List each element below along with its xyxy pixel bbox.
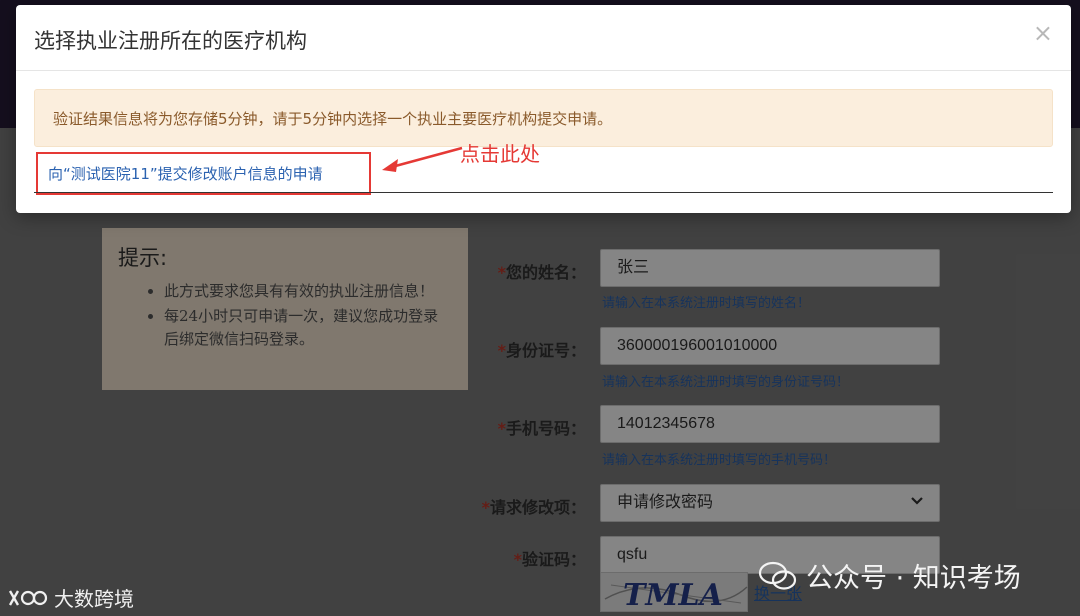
modal-header: 选择执业注册所在的医疗机构 × bbox=[16, 5, 1071, 71]
watermark-left-text: 大数跨境 bbox=[54, 587, 134, 611]
close-icon[interactable]: × bbox=[1033, 21, 1053, 45]
watermark-right: 公众号 · 知识考场 bbox=[758, 556, 1021, 595]
brand-logo-icon bbox=[8, 589, 48, 606]
alert-message: 验证结果信息将为您存储5分钟，请于5分钟内选择一个执业主要医疗机构提交申请。 bbox=[34, 89, 1053, 147]
annotation-arrow-icon bbox=[382, 146, 463, 172]
submit-application-link[interactable]: 向“测试医院11”提交修改账户信息的申请 bbox=[48, 165, 323, 183]
annotation-text: 点击此处 bbox=[460, 142, 540, 166]
wechat-icon bbox=[758, 561, 797, 590]
apply-link-highlight: 向“测试医院11”提交修改账户信息的申请 bbox=[36, 152, 371, 195]
modal-title: 选择执业注册所在的医疗机构 bbox=[34, 29, 307, 53]
select-institution-modal: 选择执业注册所在的医疗机构 × 验证结果信息将为您存储5分钟，请于5分钟内选择一… bbox=[16, 5, 1071, 213]
divider bbox=[34, 192, 1053, 193]
watermark-left: 大数跨境 bbox=[8, 583, 134, 612]
watermark-right-text: 公众号 · 知识考场 bbox=[806, 563, 1021, 594]
